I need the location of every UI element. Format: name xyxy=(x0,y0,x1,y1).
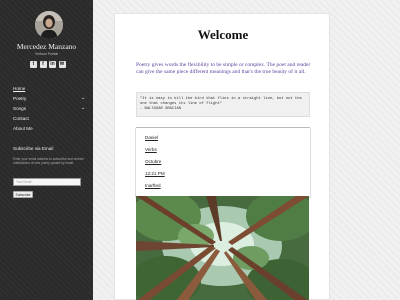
meta-author-link[interactable]: Daniel xyxy=(145,135,158,140)
twitter-icon[interactable]: t xyxy=(30,61,37,68)
post-intro: Poetry gives words the flexibility to be… xyxy=(136,62,311,75)
meta-time-link[interactable]: 12:21 PM xyxy=(145,171,165,176)
nav-item-home[interactable]: Home xyxy=(13,83,85,93)
post-content: Welcome Poetry gives words the flexibili… xyxy=(114,13,330,300)
quote-text: "It is easy to kill the bird that flies … xyxy=(140,97,302,106)
facebook-icon[interactable]: f xyxy=(39,61,47,68)
meta-tag-link[interactable]: Inarfted xyxy=(145,183,161,188)
nav-item-label: About Me xyxy=(13,125,33,131)
main-navigation: Home Poetry ⌄ Songs ⌄ Contact About Me xyxy=(13,83,85,133)
quote-author: - BALTASAR GRACIAN xyxy=(140,106,182,111)
quote-block: "It is easy to kill the bird that flies … xyxy=(136,92,310,117)
post-meta: Daniel Verbs Octubre 12:21 PM Inarfted xyxy=(135,128,311,198)
nav-item-label: Songs xyxy=(13,105,27,111)
nav-item-label: Poetry xyxy=(13,95,27,101)
subscribe-description: Enter your email address to subscribe an… xyxy=(13,157,84,166)
site-title[interactable]: Mercedez Manzano xyxy=(0,42,93,51)
linkedin-icon[interactable]: in xyxy=(49,61,56,68)
meta-category-link[interactable]: Verbs xyxy=(145,147,157,152)
nav-item-songs[interactable]: Songs ⌄ xyxy=(13,103,85,113)
chevron-down-icon[interactable]: ⌄ xyxy=(80,95,85,101)
chevron-down-icon[interactable]: ⌄ xyxy=(80,105,85,111)
site-tagline: Verbum Poetæ xyxy=(34,52,59,56)
nav-item-poetry[interactable]: Poetry ⌄ xyxy=(13,93,85,103)
meta-date-link[interactable]: Octubre xyxy=(145,159,161,164)
email-icon[interactable]: ✉ xyxy=(58,61,66,68)
email-field[interactable]: Your Email xyxy=(13,178,81,186)
page-title: Welcome xyxy=(197,27,249,42)
sidebar: Mercedez Manzano Verbum Poetæ t f in ✉ H… xyxy=(0,0,93,300)
subscribe-button[interactable]: Subscribe xyxy=(13,191,33,198)
avatar xyxy=(35,11,63,39)
forest-photo xyxy=(136,196,309,300)
nav-item-contact[interactable]: Contact xyxy=(13,113,85,123)
nav-item-label: Home xyxy=(13,85,26,91)
subscribe-heading: Subscribe via Email xyxy=(13,146,54,151)
nav-item-label: Contact xyxy=(13,115,29,121)
nav-item-about[interactable]: About Me xyxy=(13,123,85,133)
social-links: t f in ✉ xyxy=(30,61,66,69)
